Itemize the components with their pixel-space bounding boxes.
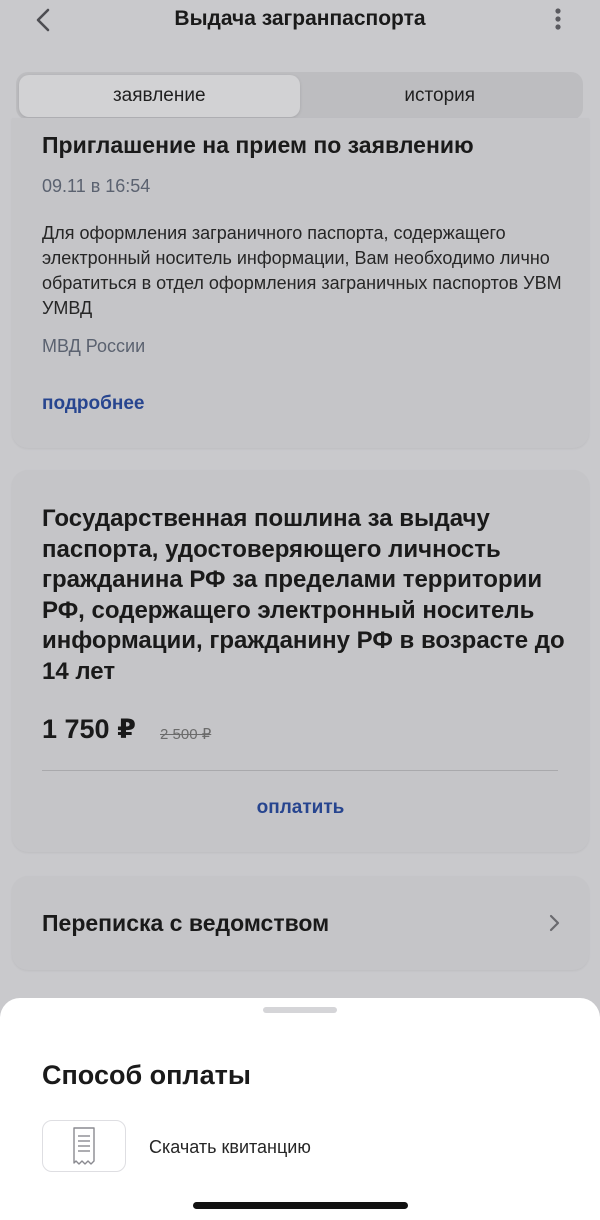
- chevron-left-icon[interactable]: [30, 6, 58, 34]
- more-details-link[interactable]: подробнее: [42, 393, 144, 415]
- fee-title: Государственная пошлина за выдачу паспор…: [42, 505, 565, 685]
- header: Выдача загранпаспорта: [0, 0, 600, 48]
- fee-old-price: 2 500 ₽: [160, 726, 212, 743]
- segmented-control: заявление история: [16, 72, 583, 120]
- divider: [42, 770, 558, 771]
- payment-sheet: Способ оплаты Скачать квитанцию: [0, 998, 600, 1220]
- tab-history[interactable]: история: [300, 75, 581, 117]
- invitation-card: Приглашение на прием по заявлению 09.11 …: [12, 118, 589, 448]
- home-indicator: [193, 1202, 408, 1209]
- download-receipt-button[interactable]: [42, 1120, 126, 1172]
- invitation-text: Для оформления заграничного паспорта, со…: [42, 223, 562, 318]
- tab-application[interactable]: заявление: [19, 75, 300, 117]
- fee-price: 1 750 ₽: [42, 714, 136, 744]
- invitation-title: Приглашение на прием по заявлению: [42, 132, 474, 158]
- correspondence-title: Переписка с ведомством: [42, 910, 330, 936]
- pay-button[interactable]: оплатить: [12, 797, 589, 819]
- receipt-icon: [70, 1126, 98, 1166]
- correspondence-card[interactable]: Переписка с ведомством: [12, 876, 589, 970]
- sheet-title: Способ оплаты: [42, 1060, 251, 1090]
- sheet-grabber[interactable]: [263, 1007, 337, 1013]
- screen: Выдача загранпаспорта заявление история …: [0, 0, 600, 1220]
- fee-card: Государственная пошлина за выдачу паспор…: [12, 470, 589, 852]
- more-vertical-icon[interactable]: [548, 6, 568, 34]
- invitation-department: МВД России: [42, 336, 146, 356]
- page-title: Выдача загранпаспорта: [174, 7, 426, 30]
- download-receipt-label[interactable]: Скачать квитанцию: [149, 1137, 311, 1158]
- invitation-date: 09.11 в 16:54: [42, 176, 151, 196]
- chevron-right-icon: [544, 910, 564, 936]
